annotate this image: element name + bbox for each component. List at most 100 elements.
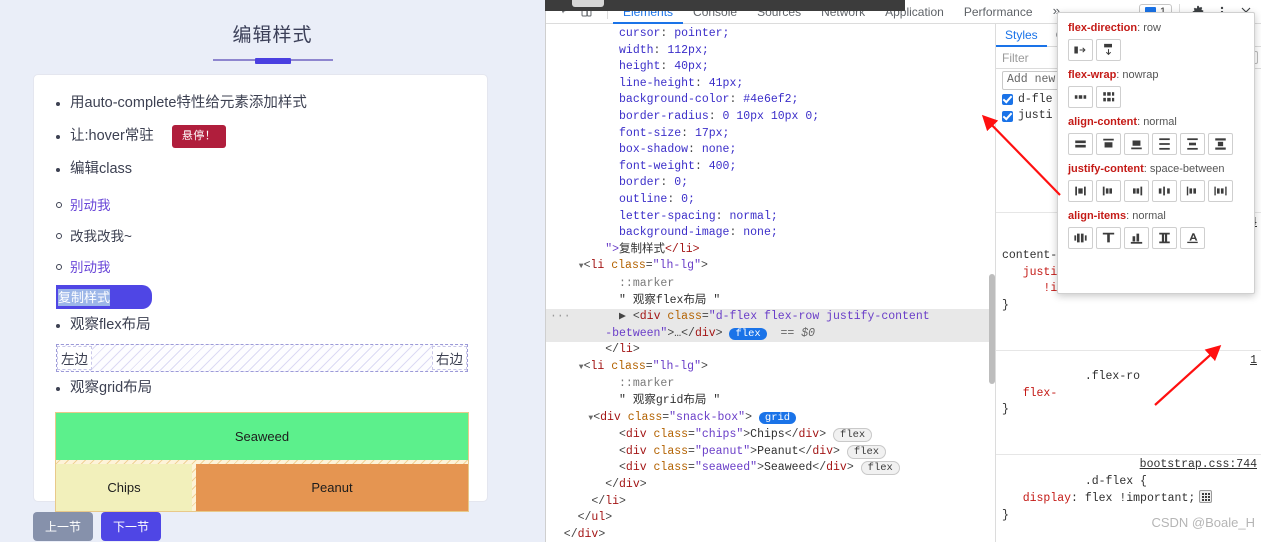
align-items-flex-start-icon[interactable] — [1096, 227, 1121, 249]
page-footer: 上一节 下一节 — [33, 512, 162, 541]
content-card: 用auto-complete特性给元素添加样式 让:hover常驻 悬停！ 编辑… — [33, 74, 488, 513]
style-source-link[interactable]: 1 — [1250, 353, 1257, 370]
add-new-rule-label: Add new — [1002, 71, 1061, 90]
dom-line-css-prop: background-color: #4e6ef2; — [550, 93, 799, 107]
dom-line-li-open[interactable]: ▼<li class="lh-lg"> — [546, 359, 995, 377]
class-name-label: justi — [1018, 109, 1053, 123]
tab-performance[interactable]: Performance — [954, 0, 1043, 24]
list-item-label: 编辑class — [70, 161, 133, 177]
justify-content-group: justify-content: space-between — [1068, 162, 1244, 202]
dom-line-css-prop: outline: 0; — [550, 192, 695, 206]
flex-direction-column-icon[interactable] — [1096, 39, 1121, 61]
grid-cell-peanut: Peanut — [196, 464, 468, 512]
align-content-space-around-icon[interactable] — [1180, 133, 1205, 155]
justify-end-icon[interactable] — [1124, 180, 1149, 202]
styles-filter-input[interactable]: Filter — [1002, 51, 1029, 65]
list-item-editclass: 编辑class — [56, 155, 487, 184]
flex-direction-group: flex-direction: row — [1068, 21, 1244, 61]
flex-badge[interactable]: flex — [860, 461, 900, 476]
align-items-baseline-icon[interactable] — [1180, 227, 1205, 249]
align-items-value: normal — [1132, 210, 1166, 222]
dom-line-seaweed[interactable]: <div class="seaweed">Seaweed</div> flex — [546, 460, 995, 477]
dom-line-close-attr: ">复制样式</li> — [550, 242, 700, 256]
align-items-flex-end-icon[interactable] — [1124, 227, 1149, 249]
align-content-value: normal — [1143, 116, 1177, 128]
grid-cell-chips: Chips — [56, 464, 192, 512]
justify-space-evenly-icon[interactable] — [1208, 180, 1233, 202]
flex-wrap-icon[interactable] — [1096, 86, 1121, 108]
flex-direction-prop: flex-direction — [1068, 22, 1138, 34]
topic-list: 用auto-complete特性给元素添加样式 让:hover常驻 悬停！ 编辑… — [34, 75, 487, 184]
align-items-stretch-icon[interactable] — [1152, 227, 1177, 249]
dom-line-li-open[interactable]: ▼<li class="lh-lg"> — [546, 258, 995, 276]
dom-tree-pane[interactable]: cursor: pointer; width: 112px; height: 4… — [546, 24, 996, 542]
flex-badge[interactable]: flex — [729, 327, 767, 340]
grid-list: 观察grid布局 — [34, 372, 487, 403]
align-content-prop: align-content — [1068, 116, 1138, 128]
dom-line-chips[interactable]: <div class="chips">Chips</div> flex — [546, 427, 995, 444]
dom-line-li-close: </li> — [550, 494, 626, 508]
align-items-group: align-items: normal — [1068, 209, 1244, 249]
align-items-prop: align-items — [1068, 210, 1127, 222]
justify-start-icon[interactable] — [1096, 180, 1121, 202]
list-item-label: 让:hover常驻 — [70, 128, 154, 144]
dom-line-css-prop: height: 40px; — [550, 60, 709, 74]
checkbox-icon[interactable] — [1002, 94, 1013, 106]
align-content-group: align-content: normal — [1068, 115, 1244, 155]
flex-wrap-value: nowrap — [1122, 69, 1159, 81]
align-content-stretch-icon[interactable] — [1208, 133, 1233, 155]
flexbox-editor-icon[interactable] — [1199, 490, 1213, 504]
flex-badge[interactable]: flex — [833, 428, 873, 443]
grid-cell-seaweed: Seaweed — [56, 413, 468, 461]
layout-list: 观察flex布局 — [34, 309, 487, 340]
style-decl-important: !i — [1043, 282, 1058, 296]
dom-line-selected-div-cont[interactable]: -between">…</div> flex == $0 — [546, 325, 995, 343]
justify-center-icon[interactable] — [1068, 180, 1093, 202]
flex-layout-demo[interactable]: 左边 右边 — [56, 344, 468, 373]
dom-line-selected-div[interactable]: ··· ▶ <div class="d-flex flex-row justif… — [546, 309, 995, 326]
dom-line-snackbox[interactable]: ▼<div class="snack-box"> grid — [546, 410, 995, 428]
dom-scrollbar[interactable] — [989, 274, 995, 384]
align-content-start-icon[interactable] — [1096, 133, 1121, 155]
flexbox-editor-popup[interactable]: flex-direction: row flex-wrap: nowrap al… — [1057, 12, 1255, 294]
screenshot-root: 编辑样式 用auto-complete特性给元素添加样式 让:hover常驻 悬… — [0, 0, 1261, 542]
dom-line-marker: ::marker — [550, 276, 675, 290]
align-content-space-between-icon[interactable] — [1152, 133, 1177, 155]
grid-badge-pill[interactable]: grid — [758, 411, 797, 424]
grid-layout-demo[interactable]: Seaweed Chips Peanut — [55, 412, 469, 513]
tab-styles[interactable]: Styles — [996, 24, 1047, 47]
align-content-end-icon[interactable] — [1124, 133, 1149, 155]
style-rule-selector-cont: content- — [1002, 248, 1058, 262]
style-source-link[interactable]: bootstrap.css:744 — [1140, 457, 1257, 474]
align-content-center-icon[interactable] — [1068, 133, 1093, 155]
list-item-label: 观察grid布局 — [70, 380, 153, 397]
hover-badge[interactable]: 悬停！ — [171, 124, 227, 149]
next-section-button[interactable]: 下一节 — [101, 512, 162, 541]
justify-content-value: space-between — [1149, 163, 1225, 175]
justify-space-around-icon[interactable] — [1180, 180, 1205, 202]
watermark: CSDN @Boale_H — [1151, 515, 1255, 530]
sub-list-item[interactable]: 改我改我~ — [56, 221, 487, 252]
flex-nowrap-icon[interactable] — [1068, 86, 1093, 108]
dom-line-css-prop: font-weight: 400; — [550, 159, 737, 173]
flex-badge[interactable]: flex — [846, 444, 887, 459]
style-decl[interactable]: justi — [1023, 266, 1058, 279]
style-decl[interactable]: flex- — [1023, 387, 1058, 400]
copy-style-button[interactable]: 复制样式 — [56, 285, 152, 310]
flex-direction-value: row — [1143, 22, 1161, 34]
dom-line-div-close: </div> — [550, 527, 606, 541]
justify-space-between-icon[interactable] — [1152, 180, 1177, 202]
style-rule-flexrow[interactable]: .flex-ro flex-} 1 — [996, 351, 1261, 456]
flex-demo-left: 左边 — [57, 346, 92, 371]
dom-line-css-prop: width: 112px; — [550, 43, 709, 57]
dom-line-css-prop: border-radius: 0 10px 10px 0; — [550, 109, 820, 123]
sub-list-item[interactable]: 别动我 — [56, 190, 487, 221]
sub-list-item[interactable]: 别动我 — [56, 252, 487, 283]
checkbox-icon[interactable] — [1002, 110, 1013, 122]
align-items-center-icon[interactable] — [1068, 227, 1093, 249]
dom-line-peanut[interactable]: <div class="peanut">Peanut</div> flex — [546, 444, 995, 461]
flex-direction-row-icon[interactable] — [1068, 39, 1093, 61]
prev-section-button[interactable]: 上一节 — [33, 512, 94, 541]
list-item-autocomplete: 用auto-complete特性给元素添加样式 — [56, 89, 487, 118]
title-underline — [212, 59, 333, 61]
